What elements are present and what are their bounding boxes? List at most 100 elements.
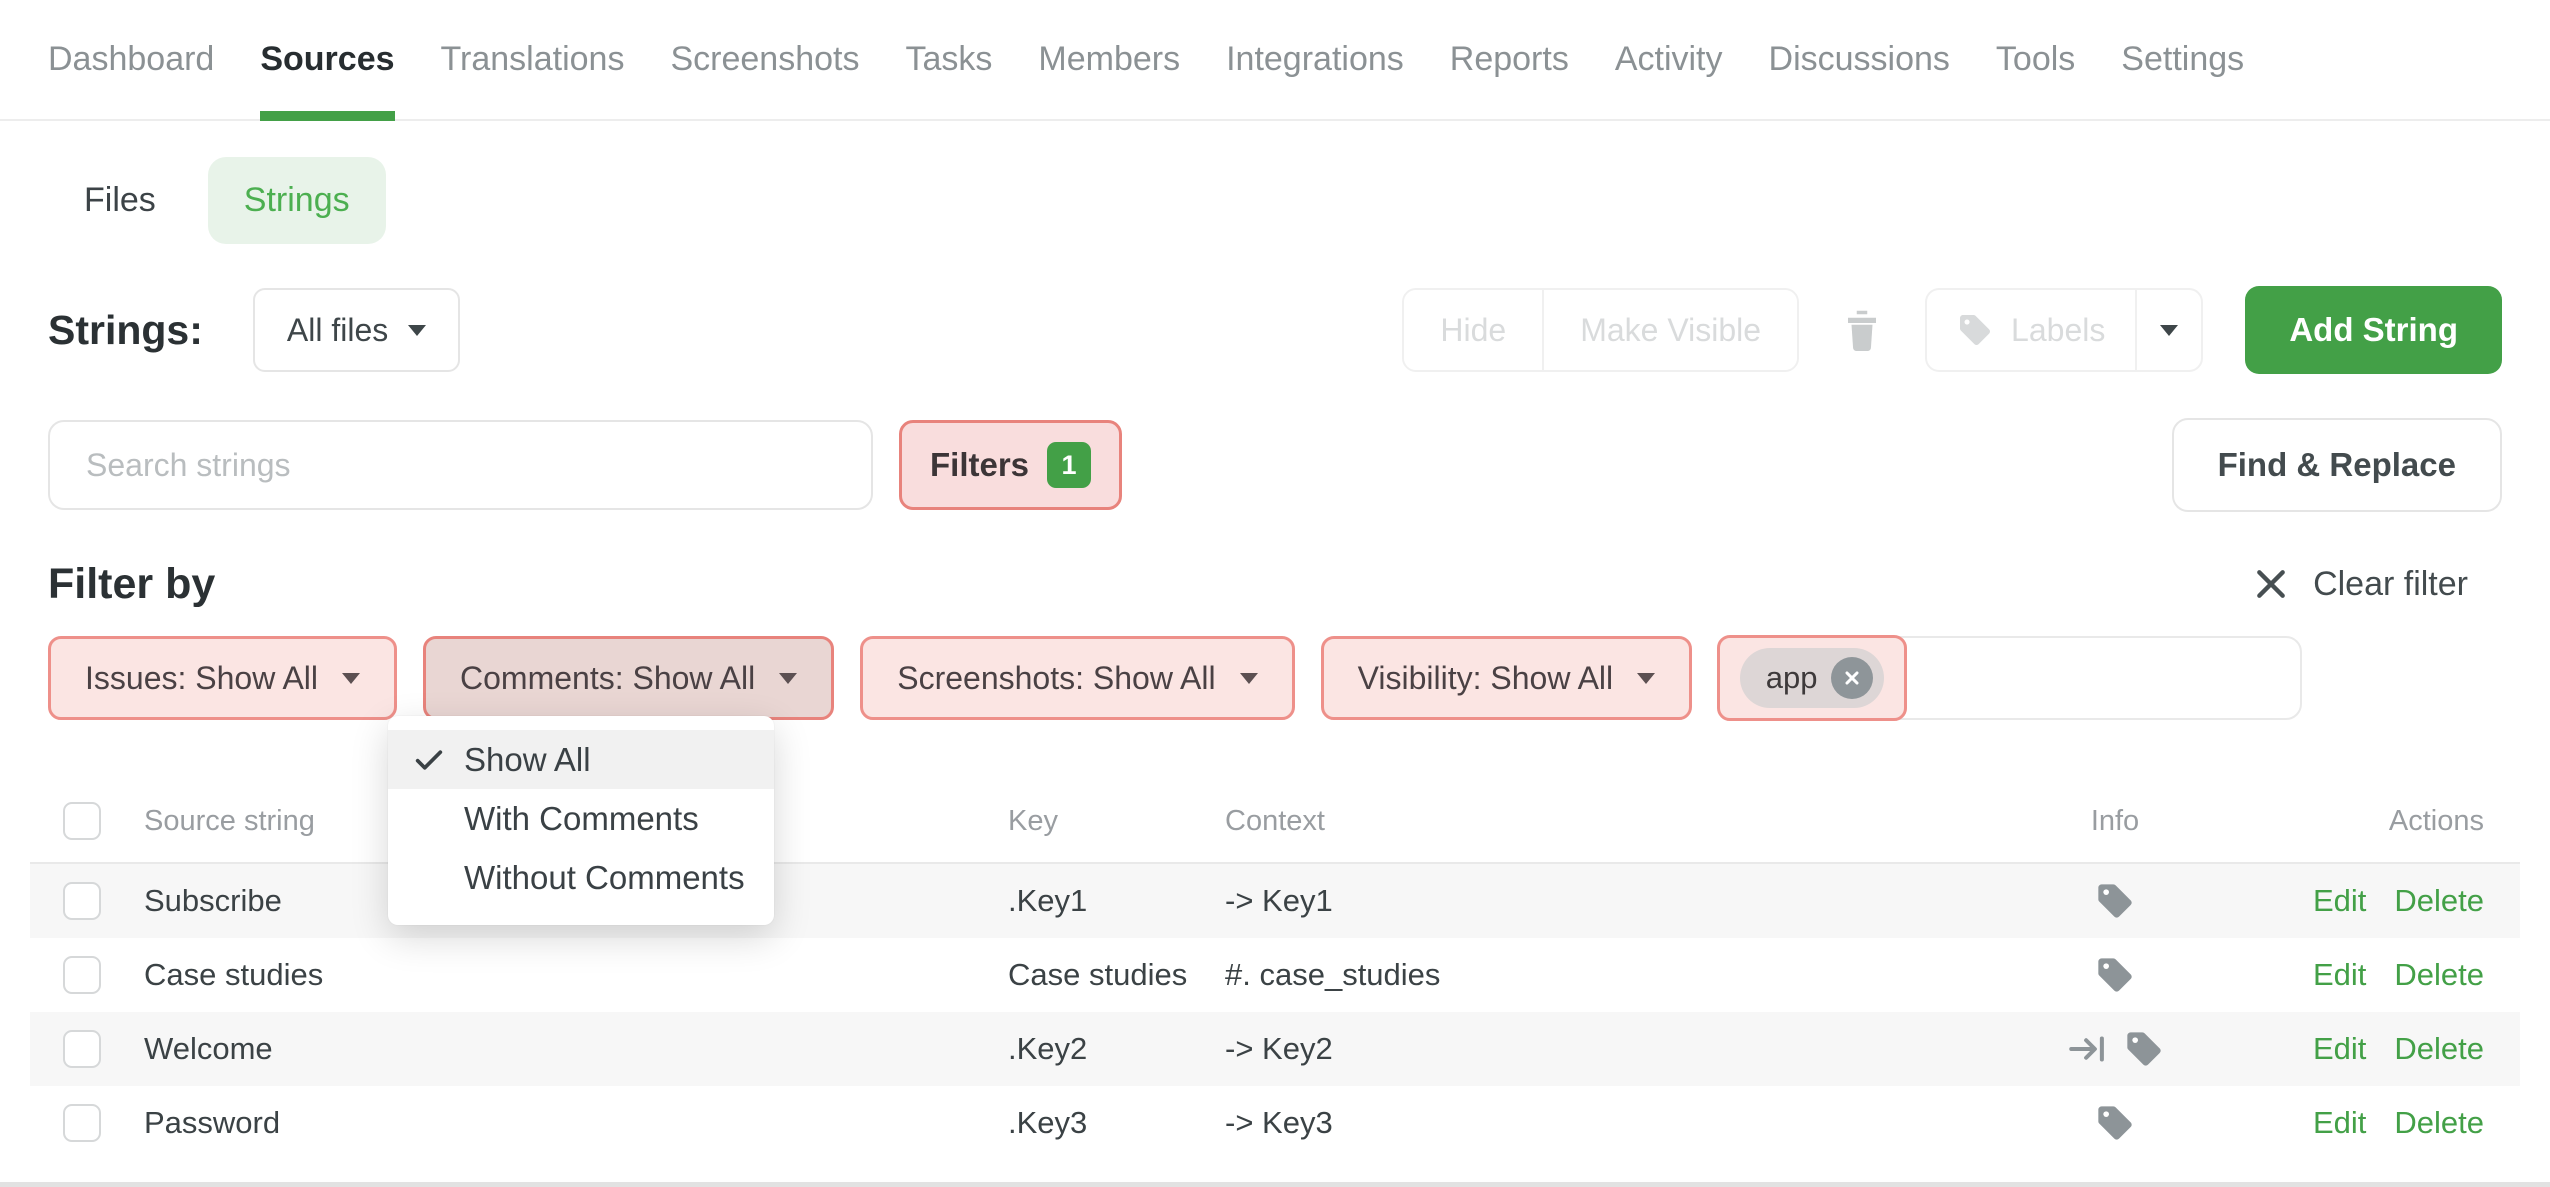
file-filter-dropdown[interactable]: All files — [253, 288, 460, 372]
filter-chip-screenshots[interactable]: Screenshots: Show All — [860, 636, 1294, 720]
chevron-down-icon — [2160, 325, 2178, 336]
check-icon — [410, 861, 448, 895]
nav-item-dashboard[interactable]: Dashboard — [48, 0, 214, 119]
strings-table: Source string Key Context Info Actions S… — [0, 780, 2550, 1160]
top-navigation: Dashboard Sources Translations Screenshots T… — [0, 0, 2550, 121]
tag-icon — [2124, 1029, 2164, 1069]
nav-item-activity[interactable]: Activity — [1615, 0, 1723, 119]
menu-item-without-comments[interactable]: Without Comments — [388, 848, 774, 907]
files-strings-tabs: FilesStrings — [0, 157, 2550, 244]
labels-button[interactable]: Labels — [1925, 288, 2135, 372]
tag-icon — [2095, 1103, 2135, 1143]
row-checkbox[interactable] — [63, 882, 101, 920]
labels-dropdown-toggle[interactable] — [2135, 288, 2203, 372]
filter-chip-issues[interactable]: Issues: Show All — [48, 636, 397, 720]
nav-item-label: Activity — [1615, 40, 1723, 79]
cell-key: Case studies — [1008, 957, 1225, 993]
menu-item-label: Without Comments — [464, 859, 745, 897]
filter-chips: Issues: Show All Comments: Show All Scre… — [48, 636, 1692, 720]
nav-item-tasks[interactable]: Tasks — [905, 0, 992, 119]
edit-link[interactable]: Edit — [2313, 883, 2366, 919]
remove-label-button[interactable] — [1831, 657, 1873, 699]
cell-source-string: Case studies — [144, 957, 1008, 993]
edit-link[interactable]: Edit — [2313, 1031, 2366, 1067]
header-context: Context — [1225, 805, 1995, 838]
cell-key: .Key2 — [1008, 1031, 1225, 1067]
filter-chip-label: Issues: Show All — [85, 660, 318, 697]
delete-link[interactable]: Delete — [2394, 1105, 2484, 1141]
x-icon — [2251, 564, 2291, 604]
menu-item-with-comments[interactable]: With Comments — [388, 789, 774, 848]
nav-item-members[interactable]: Members — [1038, 0, 1180, 119]
tag-icon — [2095, 955, 2135, 995]
find-replace-button[interactable]: Find & Replace — [2172, 418, 2502, 512]
search-bar: Filters 1 Find & Replace — [0, 420, 2550, 510]
menu-item-label: With Comments — [464, 800, 699, 838]
row-checkbox[interactable] — [63, 1030, 101, 1068]
nav-item-reports[interactable]: Reports — [1450, 0, 1569, 119]
cell-key: .Key1 — [1008, 883, 1225, 919]
cell-context: #. case_studies — [1225, 957, 1995, 993]
labels-filter-selected: app — [1717, 635, 1907, 721]
nav-item-label: Tasks — [905, 40, 992, 79]
nav-item-label: Translations — [441, 40, 625, 79]
nav-item-sources[interactable]: Sources — [260, 0, 394, 119]
cell-source-string: Password — [144, 1105, 1008, 1141]
cell-info — [1995, 955, 2235, 995]
chevron-down-icon — [779, 673, 797, 684]
chevron-down-icon — [1240, 673, 1258, 684]
arrow-bar-icon — [2066, 1028, 2108, 1070]
find-replace-label: Find & Replace — [2218, 446, 2456, 484]
cell-context: -> Key1 — [1225, 883, 1995, 919]
delete-strings-button[interactable] — [1841, 306, 1883, 354]
cell-actions: Edit Delete — [2235, 1031, 2520, 1067]
nav-item-settings[interactable]: Settings — [2121, 0, 2244, 119]
delete-link[interactable]: Delete — [2394, 1031, 2484, 1067]
nav-item-label: Members — [1038, 40, 1180, 79]
delete-link[interactable]: Delete — [2394, 957, 2484, 993]
edit-link[interactable]: Edit — [2313, 1105, 2366, 1141]
header-actions: Actions — [2235, 805, 2520, 838]
bulk-actions: Hide Make Visible Labels — [1402, 286, 2502, 374]
nav-item-screenshots[interactable]: Screenshots — [670, 0, 859, 119]
clear-filter-label: Clear filter — [2313, 565, 2468, 604]
table-body: Subscribe .Key1 -> Key1 Edit Delete Case… — [0, 864, 2550, 1160]
filter-by-section-header: Filter by Clear filter — [0, 554, 2550, 614]
filters-button-label: Filters — [930, 446, 1029, 484]
clear-filter-button[interactable]: Clear filter — [2251, 564, 2468, 604]
search-input[interactable] — [48, 420, 873, 510]
table-row: Welcome .Key2 -> Key2 Edit Delete — [30, 1012, 2520, 1086]
nav-item-tools[interactable]: Tools — [1996, 0, 2075, 119]
nav-item-label: Reports — [1450, 40, 1569, 79]
menu-item-show-all[interactable]: Show All — [388, 730, 774, 789]
nav-item-label: Sources — [260, 40, 394, 79]
label-chip: app — [1740, 648, 1885, 708]
cell-context: -> Key2 — [1225, 1031, 1995, 1067]
page-title: Strings: — [48, 307, 203, 354]
nav-item-translations[interactable]: Translations — [441, 0, 625, 119]
trash-icon — [1841, 306, 1883, 354]
row-checkbox[interactable] — [63, 956, 101, 994]
nav-item-discussions[interactable]: Discussions — [1769, 0, 1950, 119]
cell-info — [1995, 1103, 2235, 1143]
nav-item-label: Screenshots — [670, 40, 859, 79]
filter-chip-visibility[interactable]: Visibility: Show All — [1321, 636, 1693, 720]
labels-filter-input[interactable]: app — [1718, 636, 2302, 720]
tab-strings[interactable]: Strings — [208, 157, 386, 244]
tab-files[interactable]: Files — [48, 157, 192, 244]
filter-chip-comments[interactable]: Comments: Show All — [423, 636, 834, 720]
menu-item-label: Show All — [464, 741, 591, 779]
add-string-button[interactable]: Add String — [2245, 286, 2502, 374]
hide-button[interactable]: Hide — [1404, 290, 1542, 370]
row-checkbox[interactable] — [63, 1104, 101, 1142]
filters-button[interactable]: Filters 1 — [899, 420, 1122, 510]
filter-chip-label: Visibility: Show All — [1358, 660, 1614, 697]
chevron-down-icon — [408, 325, 426, 336]
nav-item-integrations[interactable]: Integrations — [1226, 0, 1404, 119]
delete-link[interactable]: Delete — [2394, 883, 2484, 919]
tag-icon — [2095, 881, 2135, 921]
make-visible-button[interactable]: Make Visible — [1542, 290, 1797, 370]
table-row: Password .Key3 -> Key3 Edit Delete — [30, 1086, 2520, 1160]
edit-link[interactable]: Edit — [2313, 957, 2366, 993]
select-all-checkbox[interactable] — [63, 802, 101, 840]
